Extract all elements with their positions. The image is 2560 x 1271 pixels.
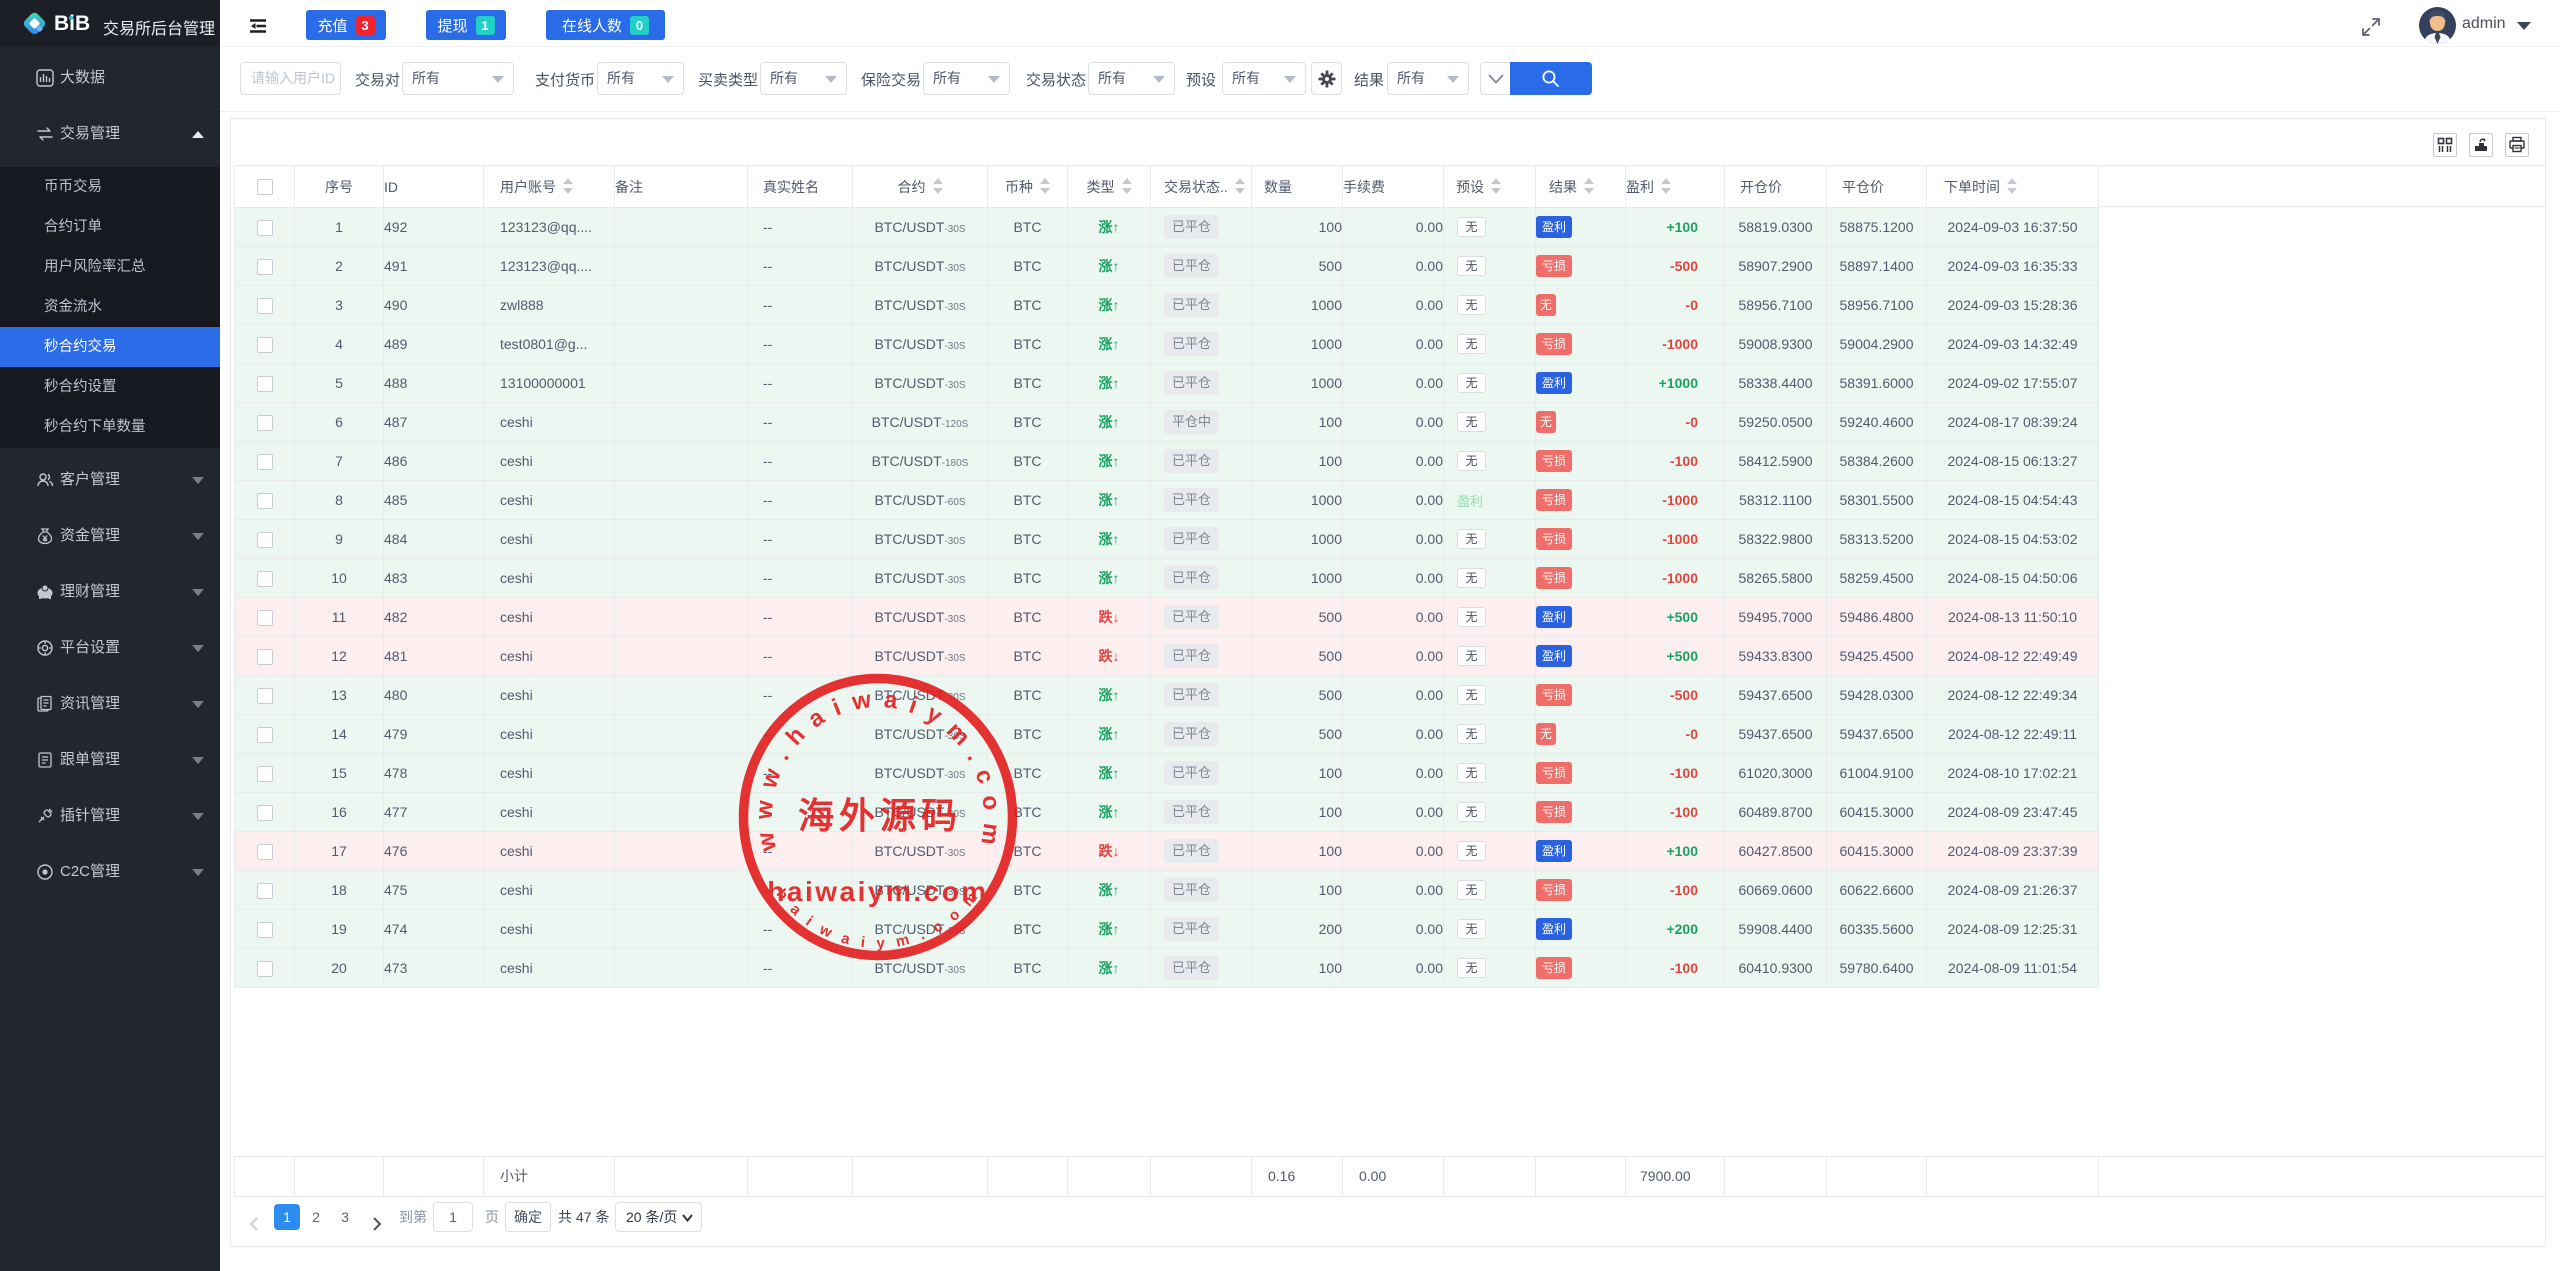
svg-text:haiwaiym.com: haiwaiym.com xyxy=(767,876,988,907)
svg-text:海外源码: 海外源码 xyxy=(798,795,962,836)
